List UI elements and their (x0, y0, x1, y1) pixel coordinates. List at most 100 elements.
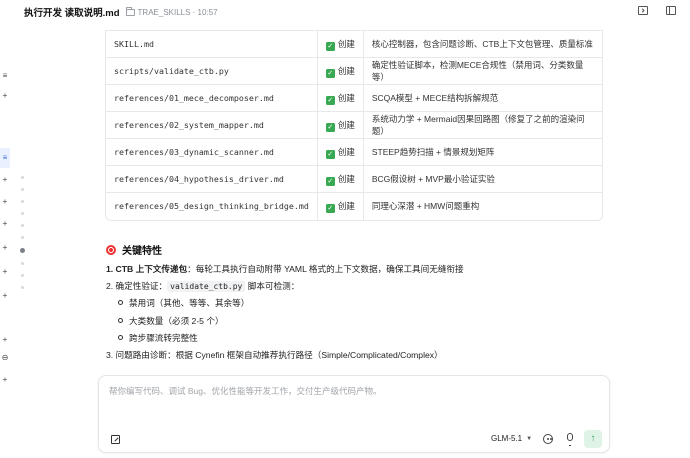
feature-item-1-bold: 1. CTB 上下文传递包 (106, 264, 188, 274)
add-icon[interactable]: + (0, 244, 10, 252)
send-arrow-icon: ↑ (590, 433, 596, 444)
status-cell: ✓ 创建 (316, 165, 364, 193)
header-actions (638, 6, 676, 15)
target-icon (106, 244, 116, 255)
desc-cell: 确定性验证脚本，检测MECE合规性（禁用词、分类数量等） (362, 57, 602, 85)
features-title: 关键特性 (122, 246, 162, 257)
scroll-dot[interactable] (21, 262, 24, 265)
bullet-icon (118, 335, 123, 340)
status-text: 创建 (337, 173, 355, 184)
feature-item-1-text: ：每轮工具执行自动附带 YAML 格式的上下文数据，确保工具间无缝衔接 (187, 264, 464, 274)
status-text: 创建 (337, 65, 355, 76)
check-icon: ✓ (325, 203, 335, 213)
table-row: references/01_mece_decomposer.md ✓ 创建 SCQ… (106, 84, 602, 112)
status-text: 创建 (337, 200, 355, 211)
scroll-dot[interactable] (21, 176, 24, 179)
breadcrumb-path: TRAE_SKILLS · 10:57 (137, 7, 218, 17)
check-icon: ✓ (325, 68, 335, 78)
sub-item-text: 禁用词（其他、等等、其余等） (129, 298, 250, 308)
scroll-dot[interactable] (21, 224, 24, 227)
status-cell: ✓ 创建 (316, 111, 364, 139)
edit-icon[interactable] (111, 435, 120, 444)
mic-icon[interactable] (567, 433, 573, 446)
table-row: SKILL.md ✓ 创建 核心控制器，包含问题诊断、CTB上下文包管理、质量标准 (106, 30, 602, 58)
chevron-down-icon: ▼ (526, 435, 533, 442)
desc-cell: BCG假设树 + MVP最小验证实验 (362, 165, 602, 193)
left-rail: ≡ + ≡ + + + + + + + ⊖ + (0, 24, 12, 458)
add-icon[interactable]: + (0, 268, 10, 276)
add-icon[interactable]: + (0, 176, 10, 184)
status-text: 创建 (337, 119, 355, 130)
bullet-icon (118, 300, 123, 305)
table-row: references/04_hypothesis_driver.md ✓ 创建 B… (106, 165, 602, 193)
chat-input[interactable] (109, 386, 599, 396)
sub-item-text: 跨步骤流转完整性 (129, 333, 198, 343)
scroll-dot[interactable] (21, 286, 24, 289)
scroll-dot-active[interactable] (20, 248, 25, 253)
list-icon[interactable]: ≡ (0, 148, 10, 168)
status-cell: ✓ 创建 (316, 192, 364, 220)
feature-item-2-suffix: 脚本可检测： (245, 281, 300, 291)
inline-code: validate_ctb.py (167, 281, 246, 292)
desc-cell: 核心控制器，包含问题诊断、CTB上下文包管理、质量标准 (362, 30, 602, 58)
files-table: SKILL.md ✓ 创建 核心控制器，包含问题诊断、CTB上下文包管理、质量标准… (105, 30, 603, 221)
file-cell: references/05_design_thinking_bridge.md (106, 192, 318, 220)
file-cell: scripts/validate_ctb.py (106, 57, 318, 85)
status-cell: ✓ 创建 (316, 138, 364, 166)
add-icon[interactable]: + (0, 198, 10, 206)
sub-item-text: 大类数量（必须 2-5 个） (129, 316, 224, 326)
status-text: 创建 (337, 92, 355, 103)
scroll-dot[interactable] (21, 274, 24, 277)
file-cell: references/01_mece_decomposer.md (106, 84, 318, 112)
terminal-icon[interactable] (638, 6, 648, 15)
sub-item: 禁用词（其他、等等、其余等） (118, 297, 249, 309)
page-title: 执行开发 读取说明.md (24, 8, 120, 19)
desc-cell: STEEP趋势扫描 + 情景规划矩阵 (362, 138, 602, 166)
check-icon: ✓ (325, 176, 335, 186)
split-view-icon[interactable] (666, 6, 676, 15)
scroll-indicator[interactable] (20, 176, 25, 298)
file-cell: SKILL.md (106, 30, 318, 58)
table-row: references/05_design_thinking_bridge.md … (106, 192, 602, 220)
scroll-dot[interactable] (21, 188, 24, 191)
scroll-dot[interactable] (21, 236, 24, 239)
folder-icon (125, 6, 135, 16)
check-icon: ✓ (325, 41, 335, 51)
model-name: GLM-5.1 (491, 434, 523, 443)
sub-item: 跨步骤流转完整性 (118, 332, 198, 344)
file-cell: references/02_system_mapper.md (106, 111, 318, 139)
feature-item-1: 1. CTB 上下文传递包：每轮工具执行自动附带 YAML 格式的上下文数据，确… (106, 263, 464, 275)
model-selector[interactable]: GLM-5.1 ▼ (491, 434, 532, 443)
status-text: 创建 (337, 146, 355, 157)
add-icon[interactable]: + (0, 292, 10, 300)
menu-icon[interactable]: ≡ (0, 72, 10, 80)
file-cell: references/04_hypothesis_driver.md (106, 165, 318, 193)
status-text: 创建 (337, 38, 355, 49)
add-icon[interactable]: + (0, 220, 10, 228)
add-icon[interactable]: + (0, 336, 10, 344)
send-button[interactable]: ↑ (584, 430, 602, 448)
chat-input-box: GLM-5.1 ▼ ↑ (98, 375, 610, 453)
window-header: 执行开发 读取说明.md TRAE_SKILLS · 10:57 (0, 0, 690, 24)
desc-cell: SCQA模型 + MECE结构拆解规范 (362, 84, 602, 112)
bullet-icon (118, 318, 123, 323)
add-icon[interactable]: + (0, 376, 10, 384)
minus-circle-icon[interactable]: ⊖ (0, 354, 10, 362)
add-icon[interactable]: + (0, 92, 10, 100)
table-row: references/02_system_mapper.md ✓ 创建 系统动力学… (106, 111, 602, 139)
scroll-dot[interactable] (21, 212, 24, 215)
breadcrumb[interactable]: TRAE_SKILLS · 10:57 (125, 6, 218, 17)
check-icon: ✓ (325, 149, 335, 159)
feature-item-3: 3. 问题路由诊断：根据 Cynefin 框架自动推荐执行路径（Simple/C… (106, 349, 443, 361)
desc-cell: 同理心深潜 + HMW问题重构 (362, 192, 602, 220)
scroll-dot[interactable] (21, 200, 24, 203)
feature-item-2: 2. 确定性验证： validate_ctb.py 脚本可检测： (106, 280, 299, 293)
sub-item: 大类数量（必须 2-5 个） (118, 315, 224, 327)
desc-cell: 系统动力学 + Mermaid因果回路图（修复了之前的渲染问题） (362, 111, 602, 139)
check-icon: ✓ (325, 95, 335, 105)
status-cell: ✓ 创建 (316, 84, 364, 112)
file-cell: references/03_dynamic_scanner.md (106, 138, 318, 166)
chat-icon[interactable] (543, 434, 553, 444)
table-row: scripts/validate_ctb.py ✓ 创建 确定性验证脚本，检测ME… (106, 57, 602, 85)
feature-item-3-text: 3. 问题路由诊断：根据 Cynefin 框架自动推荐执行路径（Simple/C… (106, 350, 443, 360)
